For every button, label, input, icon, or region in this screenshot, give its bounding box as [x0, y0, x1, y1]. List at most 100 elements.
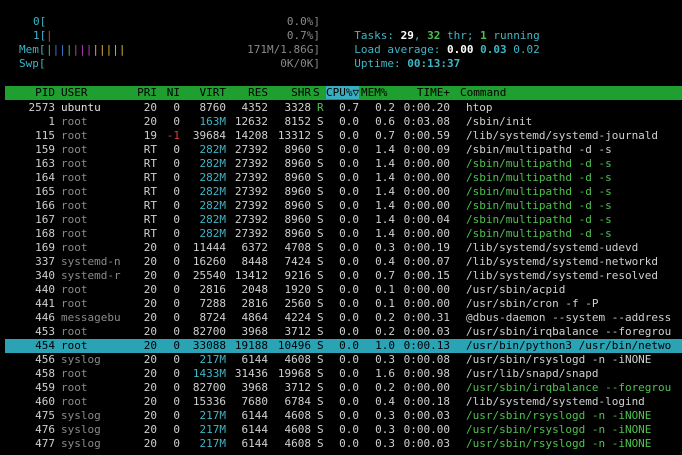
col-pri[interactable]: PRI	[125, 86, 157, 99]
col-virt[interactable]: VIRT	[183, 86, 227, 99]
cell-ni: 0	[173, 353, 180, 366]
cell-shr: 8960	[284, 199, 312, 212]
cell-virt: 282M	[199, 171, 227, 184]
cell-cmd: /usr/bin/python3 /usr/bin/netwo	[466, 339, 672, 352]
cell-shr: 4608	[284, 423, 312, 436]
process-row[interactable]: 440 root 20 0 2816 2048 1920 S 0.0 0.1 0:00.00/usr…	[5, 283, 682, 297]
cell-pid: 440	[35, 283, 55, 296]
cell-mem: 1.4	[375, 199, 395, 212]
cell-pri: 20	[143, 241, 157, 254]
cell-pri: 20	[143, 325, 157, 338]
process-row[interactable]: 453 root 20 0 82700 3968 3712 S 0.0 0.2 0:00.03/us…	[5, 325, 682, 339]
cell-ni: 0	[173, 227, 180, 240]
cell-user: root	[61, 199, 88, 212]
cell-cmd: /sbin/init	[466, 115, 533, 128]
process-row[interactable]: 477 syslog 20 0 217M 6144 4608 S 0.0 0.3 0:00.03/u…	[5, 437, 682, 451]
col-mem[interactable]: MEM%	[361, 86, 388, 99]
cell-mem: 0.2	[375, 101, 395, 114]
col-command[interactable]: Command	[460, 86, 506, 99]
cell-virt: 163M	[199, 115, 227, 128]
cell-time: 0:00.03	[403, 437, 450, 450]
tasks-summary: Tasks: 29, 32 thr; 1 running	[354, 29, 540, 42]
cell-cmd: /sbin/multipathd -d -s	[466, 227, 612, 240]
cell-res: 12632	[234, 115, 268, 128]
process-row[interactable]: 165 root RT 0 282M 27392 8960 S 0.0 1.4 0:00.00/sb…	[5, 185, 682, 199]
cell-cpu: 0.0	[339, 255, 359, 268]
cell-res: 6144	[241, 437, 269, 450]
cell-time: 0:00.15	[403, 269, 450, 282]
process-row[interactable]: 2573 ubuntu 20 0 8760 4352 3328 R 0.7 0.2 0:00.20 h…	[5, 101, 682, 115]
col-res[interactable]: RES	[227, 86, 268, 99]
cell-ni: 0	[173, 213, 180, 226]
process-row[interactable]: 441 root 20 0 7288 2816 2560 S 0.0 0.1 0:00.00/usr…	[5, 297, 682, 311]
col-cpu-sorted[interactable]: CPU%▽	[326, 86, 360, 99]
col-state[interactable]: S	[313, 86, 320, 99]
process-row[interactable]: 456 syslog 20 0 217M 6144 4608 S 0.0 0.3 0:00.08/u…	[5, 353, 682, 367]
cell-time: 0:00.00	[403, 199, 450, 212]
cell-cmd: /lib/systemd/systemd-udevd	[466, 241, 639, 254]
cell-virt: 33088	[192, 339, 226, 352]
cell-mem: 0.1	[375, 283, 395, 296]
cell-res: 6372	[241, 241, 269, 254]
col-shr[interactable]: SHR	[269, 86, 311, 99]
process-row[interactable]: 159 root RT 0 282M 27392 8960 S 0.0 1.4 0:00.09/sb…	[5, 143, 682, 157]
cell-pid: 459	[35, 381, 55, 394]
process-row[interactable]: 163 root RT 0 282M 27392 8960 S 0.0 1.4 0:00.00/sb…	[5, 157, 682, 171]
process-row[interactable]: 476 syslog 20 0 217M 6144 4608 S 0.0 0.3 0:00.00/u…	[5, 423, 682, 437]
cell-pri: 20	[143, 437, 157, 450]
cell-pid: 163	[35, 157, 55, 170]
process-row[interactable]: 167 root RT 0 282M 27392 8960 S 0.0 1.4 0:00.04/sb…	[5, 213, 682, 227]
col-user[interactable]: USER	[61, 86, 88, 99]
col-ni[interactable]: NI	[160, 86, 180, 99]
cell-shr: 8960	[284, 213, 312, 226]
cell-cmd: /lib/systemd/systemd-networkd	[466, 255, 659, 268]
cell-res: 27392	[234, 185, 268, 198]
process-row-selected[interactable]: 454 root 20 0 33088 19188 10496 S 0.0 1.0 0:00.13/…	[5, 339, 682, 353]
cell-shr: 19968	[277, 367, 311, 380]
cell-shr: 10496	[277, 339, 311, 352]
cell-ni: 0	[173, 269, 180, 282]
cell-cpu: 0.0	[339, 409, 359, 422]
process-row[interactable]: 446 messagebu 20 0 8724 4864 4224 S 0.0 0.2 0:00.3…	[5, 311, 682, 325]
process-row[interactable]: 340 systemd-r 20 0 25540 13412 9216 S 0.0 0.7 0:00…	[5, 269, 682, 283]
col-pid[interactable]: PID	[5, 86, 55, 99]
mem-meter: Mem[ |||||||||||| 171M/1.86G]	[0, 43, 340, 57]
process-row[interactable]: 164 root RT 0 282M 27392 8960 S 0.0 1.4 0:00.00/sb…	[5, 171, 682, 185]
cell-shr: 4608	[284, 409, 312, 422]
process-row[interactable]: 115 root 19 -1 39684 14208 13312 S 0.0 0.7 0:00.59…	[5, 129, 682, 143]
cell-cmd: /usr/sbin/acpid	[466, 283, 566, 296]
cell-virt: 217M	[199, 423, 227, 436]
cpu1-value: 0.7%]	[286, 29, 320, 42]
cell-user: syslog	[61, 423, 101, 436]
cell-virt: 1433M	[192, 367, 226, 380]
cell-time: 0:00.59	[403, 129, 450, 142]
process-row[interactable]: 166 root RT 0 282M 27392 8960 S 0.0 1.4 0:00.00/sb…	[5, 199, 682, 213]
process-row[interactable]: 337 systemd-n 20 0 16260 8448 7424 S 0.0 0.4 0:00.…	[5, 255, 682, 269]
cell-cpu: 0.0	[339, 143, 359, 156]
cell-virt: 15336	[192, 395, 226, 408]
cell-pri: RT	[143, 171, 157, 184]
process-row[interactable]: 169 root 20 0 11444 6372 4708 S 0.0 0.3 0:00.19/li…	[5, 241, 682, 255]
cell-mem: 1.6	[375, 367, 395, 380]
cell-cpu: 0.0	[339, 199, 359, 212]
cell-cmd: /lib/systemd/systemd-journald	[466, 129, 659, 142]
cell-cpu: 0.0	[339, 353, 359, 366]
cell-virt: 82700	[192, 325, 226, 338]
cell-virt: 11444	[192, 241, 226, 254]
cell-res: 13412	[234, 269, 268, 282]
cell-shr: 13312	[277, 129, 311, 142]
process-row[interactable]: 1 root 20 0 163M 12632 8152 S 0.0 0.6 0:03.08/sbin…	[5, 115, 682, 129]
cell-cmd: /lib/systemd/systemd-resolved	[466, 269, 659, 282]
process-row[interactable]: 460 root 20 0 15336 7680 6784 S 0.0 0.4 0:00.18/li…	[5, 395, 682, 409]
process-row[interactable]: 168 root RT 0 282M 27392 8960 S 0.0 1.4 0:00.00/sb…	[5, 227, 682, 241]
col-time[interactable]: TIME+	[400, 86, 450, 99]
cell-mem: 0.7	[375, 269, 395, 282]
cell-mem: 1.4	[375, 143, 395, 156]
cell-mem: 0.1	[375, 297, 395, 310]
process-row[interactable]: 458 root 20 0 1433M 31436 19968 S 0.0 1.6 0:00.98/…	[5, 367, 682, 381]
process-row[interactable]: 475 syslog 20 0 217M 6144 4608 S 0.0 0.3 0:00.03/u…	[5, 409, 682, 423]
cell-cpu: 0.0	[339, 157, 359, 170]
process-row[interactable]: 459 root 20 0 82700 3968 3712 S 0.0 0.2 0:00.00/us…	[5, 381, 682, 395]
cell-cpu: 0.0	[339, 395, 359, 408]
cell-user: root	[61, 143, 88, 156]
